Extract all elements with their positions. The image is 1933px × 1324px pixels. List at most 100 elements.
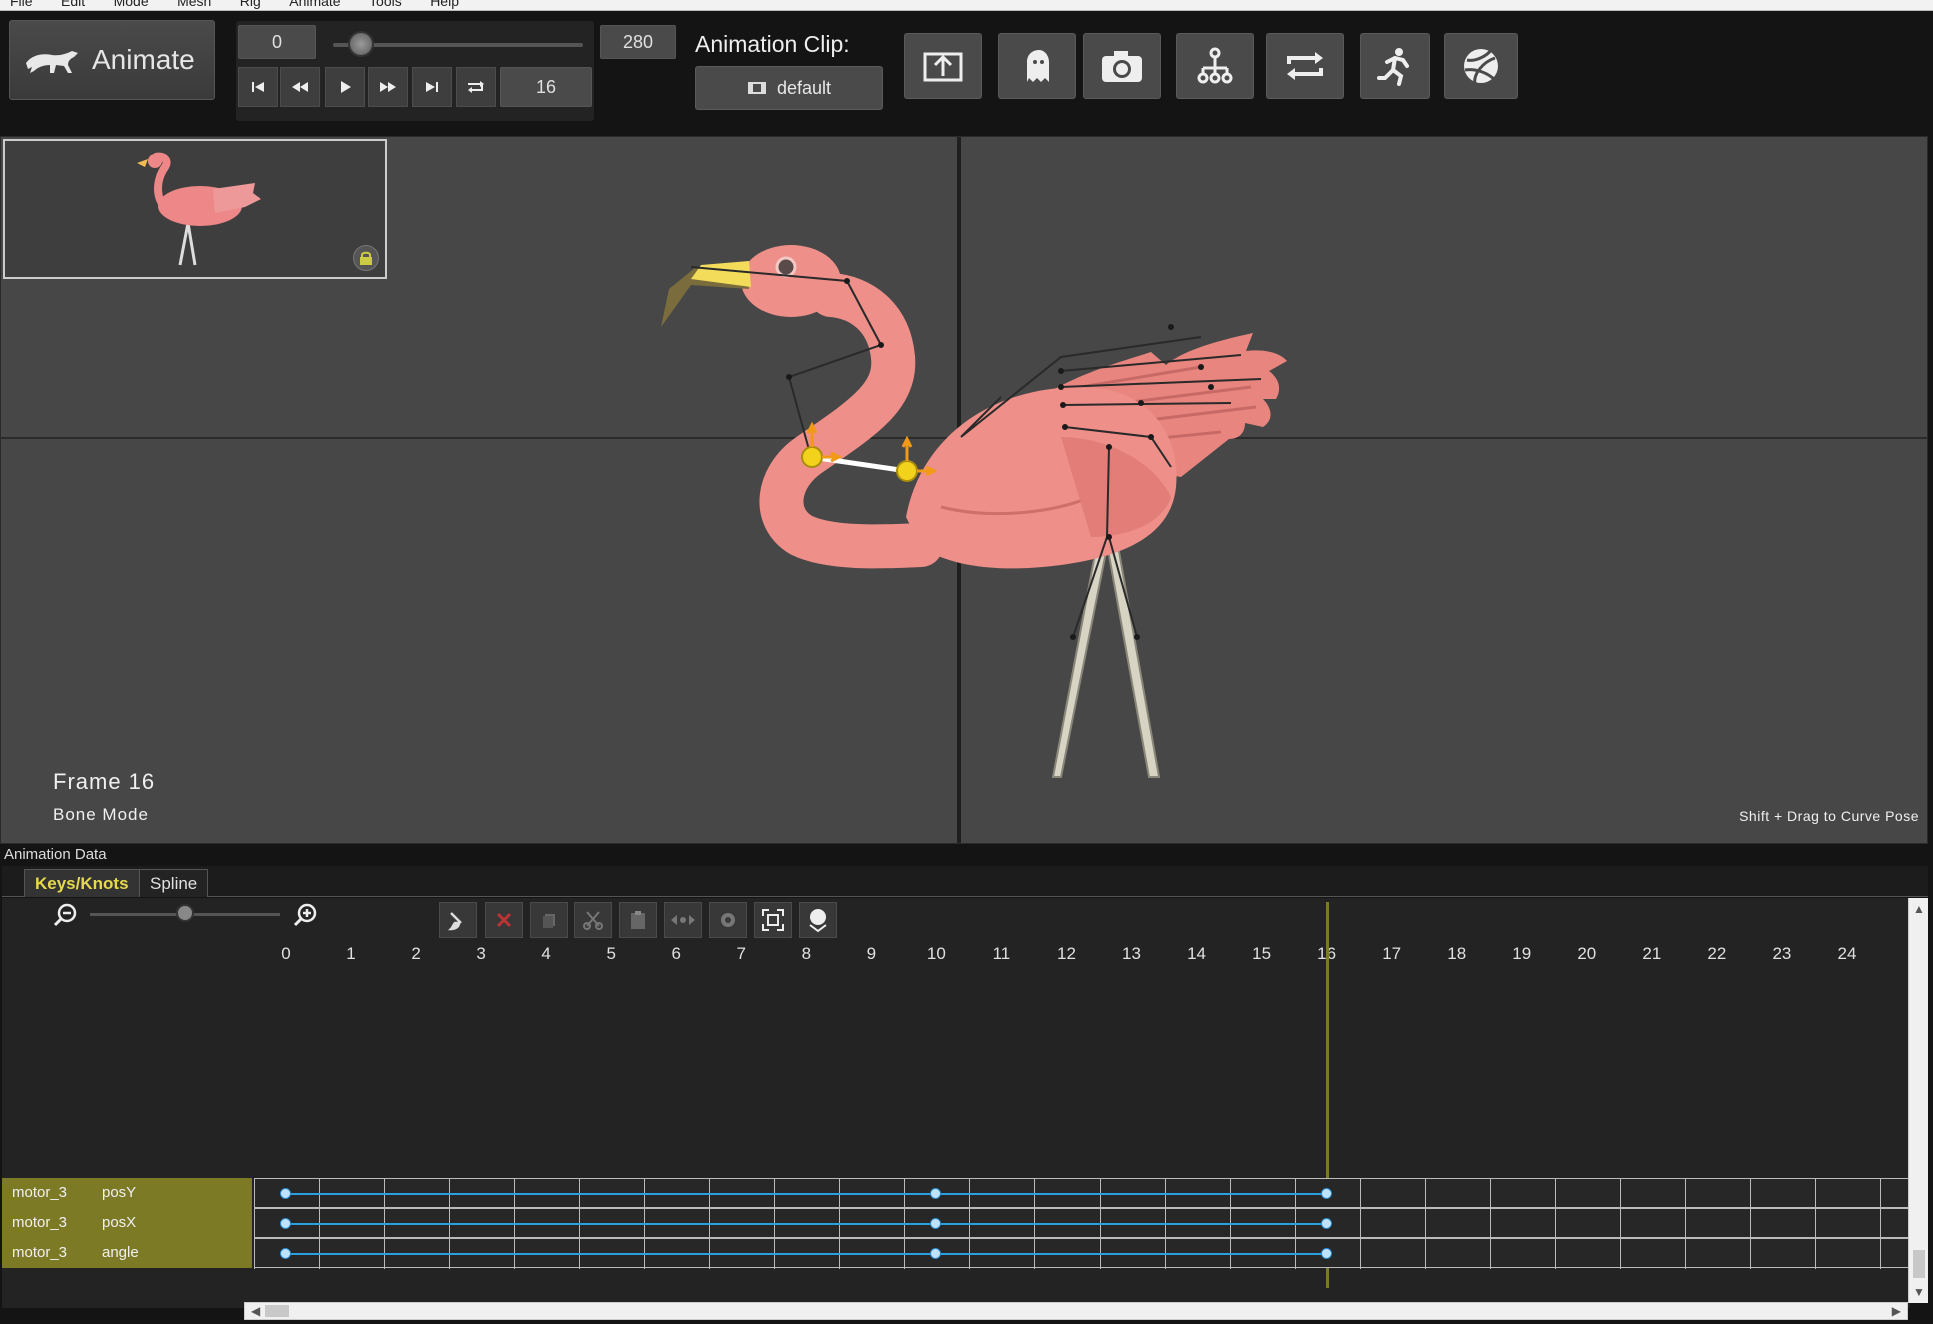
- delete-key-button[interactable]: [485, 902, 523, 938]
- ruler-tick: 8: [801, 944, 812, 963]
- track-label[interactable]: motor_3 posY: [2, 1178, 252, 1208]
- marker-icon: [809, 909, 827, 933]
- keyframe-knot[interactable]: [1320, 1188, 1332, 1199]
- track-row[interactable]: motor_3 angle: [2, 1238, 1908, 1269]
- zoom-in-icon: [293, 903, 317, 927]
- ruler-tick: 13: [1122, 944, 1141, 963]
- loop-toggle-button[interactable]: [456, 67, 496, 107]
- loop-clip-button[interactable]: [1266, 33, 1344, 99]
- menu-rig[interactable]: Rig: [240, 0, 261, 9]
- export-button[interactable]: [904, 33, 982, 99]
- ruler-tick: 5: [606, 944, 616, 963]
- grid-line: [1359, 1209, 1361, 1239]
- animate-mode-button[interactable]: Animate: [9, 20, 215, 100]
- settings-key-button[interactable]: [709, 902, 747, 938]
- paste-key-button[interactable]: [619, 902, 657, 938]
- grid-line: [254, 1239, 255, 1269]
- viewport[interactable]: Frame 16 Bone Mode Shift + Drag to Curve…: [0, 136, 1928, 844]
- menu-file[interactable]: File: [10, 0, 33, 9]
- brush-icon: [447, 912, 462, 931]
- scroll-down-icon[interactable]: ▼: [1913, 1285, 1925, 1299]
- tab-spline[interactable]: Spline: [139, 869, 209, 897]
- keyframe-knot[interactable]: [280, 1188, 291, 1199]
- keyframe-knot[interactable]: [930, 1188, 942, 1199]
- snapshot-button[interactable]: [1083, 33, 1161, 99]
- fast-forward-button[interactable]: [368, 67, 408, 107]
- horizontal-scroll-thumb[interactable]: [265, 1305, 289, 1317]
- film-icon: [747, 82, 766, 94]
- grid-line: [1749, 1179, 1751, 1209]
- grid-line: [254, 1179, 255, 1209]
- keyframe-knot[interactable]: [1320, 1218, 1332, 1229]
- first-frame-button[interactable]: [238, 67, 278, 107]
- grid-line: [1880, 1179, 1881, 1209]
- track-row[interactable]: motor_3 posX: [2, 1208, 1908, 1239]
- zoom-out-button[interactable]: [52, 902, 78, 933]
- ruler-tick: 7: [736, 944, 746, 963]
- grid-line: [1554, 1239, 1556, 1269]
- scroll-up-icon[interactable]: ▲: [1913, 902, 1925, 916]
- scroll-left-icon[interactable]: ◀: [251, 1304, 260, 1318]
- track-grid[interactable]: [254, 1208, 1908, 1239]
- skip-start-icon: [252, 82, 264, 92]
- ruler-tick: 14: [1187, 944, 1207, 963]
- cut-key-button[interactable]: [574, 902, 612, 938]
- frame-all-button[interactable]: [754, 902, 792, 938]
- key-marker-button[interactable]: [799, 902, 837, 938]
- track-grid[interactable]: [254, 1238, 1908, 1269]
- range-end-field[interactable]: 280: [600, 25, 676, 59]
- grid-line: [1619, 1239, 1621, 1269]
- track-motor: motor_3: [12, 1244, 68, 1261]
- brush-tool-button[interactable]: [439, 902, 477, 938]
- track-grid[interactable]: [254, 1178, 1908, 1209]
- play-button[interactable]: [325, 67, 365, 107]
- physics-button[interactable]: [1444, 33, 1518, 99]
- keyframe-knot[interactable]: [280, 1218, 291, 1229]
- vertical-scroll-thumb[interactable]: [1913, 1250, 1925, 1278]
- zoom-in-button[interactable]: [292, 902, 318, 933]
- ruler-tick: 2: [411, 944, 421, 963]
- zoom-out-icon: [53, 903, 77, 927]
- delete-icon: [496, 912, 512, 928]
- track-row[interactable]: motor_3 posY: [2, 1178, 1908, 1209]
- ghost-button[interactable]: [998, 33, 1076, 99]
- grid-line: [1359, 1179, 1361, 1209]
- smooth-key-button[interactable]: [664, 902, 702, 938]
- keyframe-knot[interactable]: [930, 1218, 942, 1229]
- scissors-icon: [583, 911, 603, 930]
- zoom-slider-knob[interactable]: [176, 904, 194, 922]
- menu-mode[interactable]: Mode: [114, 0, 149, 9]
- fast-forward-icon: [380, 82, 396, 92]
- tab-keys-knots[interactable]: Keys/Knots: [24, 869, 140, 897]
- menu-edit[interactable]: Edit: [61, 0, 85, 9]
- current-frame-field[interactable]: 16: [500, 67, 592, 107]
- frame-ruler[interactable]: 0123456789101112131415161718192021222324: [2, 944, 1908, 964]
- grid-line: [1424, 1239, 1426, 1269]
- run-pose-button[interactable]: [1360, 33, 1430, 99]
- keyframe-knot[interactable]: [930, 1248, 942, 1259]
- hierarchy-button[interactable]: [1176, 33, 1254, 99]
- keyframe-knot[interactable]: [280, 1248, 291, 1259]
- last-frame-button[interactable]: [412, 67, 452, 107]
- track-motor: motor_3: [12, 1184, 68, 1201]
- keyframe-knot[interactable]: [1320, 1248, 1332, 1259]
- track-label[interactable]: motor_3 posX: [2, 1208, 252, 1238]
- horizontal-scrollbar[interactable]: ◀ ▶: [244, 1302, 1908, 1320]
- copy-key-button[interactable]: [530, 902, 568, 938]
- vertical-scrollbar[interactable]: ▲ ▼: [1908, 898, 1928, 1303]
- menu-tools[interactable]: Tools: [369, 0, 402, 9]
- menu-animate[interactable]: Animate: [289, 0, 340, 9]
- grid-line: [1554, 1209, 1556, 1239]
- timeline-slider-knob[interactable]: [347, 31, 374, 57]
- menu-mesh[interactable]: Mesh: [177, 0, 211, 9]
- mode-label: Animate: [92, 44, 195, 75]
- key-curve: [286, 1253, 1327, 1255]
- frame-all-icon: [762, 909, 784, 931]
- clip-select-button[interactable]: default: [695, 66, 883, 110]
- rewind-button[interactable]: [280, 67, 320, 107]
- ruler-tick: 10: [926, 944, 946, 963]
- menu-help[interactable]: Help: [430, 0, 459, 9]
- track-label[interactable]: motor_3 angle: [2, 1238, 252, 1268]
- scroll-right-icon[interactable]: ▶: [1892, 1304, 1901, 1318]
- range-start-field[interactable]: 0: [238, 25, 316, 59]
